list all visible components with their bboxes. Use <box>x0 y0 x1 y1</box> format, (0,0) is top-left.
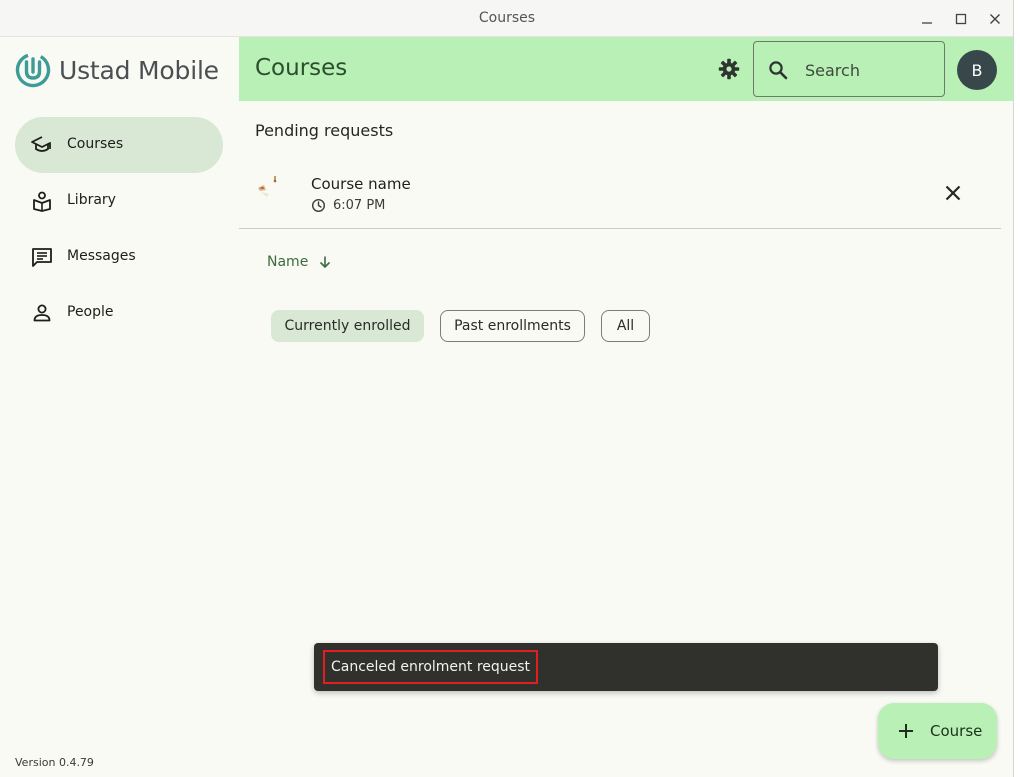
pending-request-row: Course name 6:07 PM <box>239 157 1001 229</box>
pending-time-label: 6:07 PM <box>333 198 386 213</box>
sidebar-item-library[interactable]: Library <box>15 173 223 229</box>
sort-by-name-button[interactable]: Name <box>267 254 332 270</box>
top-app-bar: Courses Search B <box>239 37 1013 101</box>
window-title: Courses <box>478 10 536 26</box>
minimize-button[interactable] <box>916 8 938 30</box>
sidebar-item-courses[interactable]: Courses <box>15 117 223 173</box>
add-course-button[interactable]: Course <box>878 703 997 759</box>
gear-icon[interactable] <box>717 57 741 81</box>
sidebar-item-label: Messages <box>67 248 136 264</box>
window-close-button[interactable] <box>984 8 1006 30</box>
person-icon <box>33 304 51 322</box>
maximize-icon <box>955 13 967 25</box>
filter-chip-all[interactable]: All <box>601 310 650 342</box>
arrow-down-icon <box>320 256 331 269</box>
cancel-request-button[interactable] <box>941 181 965 205</box>
pending-course-name: Course name <box>311 175 411 193</box>
school-icon <box>31 136 51 152</box>
minimize-icon <box>922 22 932 24</box>
app-window: Courses Ustad Mobile Courses Library Mes… <box>0 0 1014 777</box>
sidebar-item-label: Library <box>67 192 116 208</box>
plus-icon <box>899 724 913 738</box>
avatar[interactable]: B <box>957 50 997 90</box>
pending-requests-heading: Pending requests <box>255 121 394 140</box>
clock-icon <box>311 198 326 213</box>
sidebar-item-messages[interactable]: Messages <box>15 229 223 285</box>
navigation-drawer: Ustad Mobile Courses Library Messages Pe… <box>0 37 239 777</box>
fab-label: Course <box>930 722 983 740</box>
ustad-logo-icon <box>15 52 51 88</box>
filter-chip-past-enrollments[interactable]: Past enrollments <box>440 310 585 342</box>
snackbar: Canceled enrolment request <box>314 643 938 691</box>
library-icon <box>33 191 51 212</box>
sidebar-item-people[interactable]: People <box>15 285 223 341</box>
sort-label: Name <box>267 254 309 270</box>
search-input[interactable]: Search <box>753 41 945 97</box>
message-icon <box>32 248 52 267</box>
pending-course-time: 6:07 PM <box>311 198 385 213</box>
app-name: Ustad Mobile <box>59 55 219 85</box>
sidebar-item-label: People <box>67 304 114 320</box>
main-content: Pending requests Course name 6:07 PM Nam… <box>239 101 1013 777</box>
snackbar-message: Canceled enrolment request <box>323 650 539 684</box>
filter-chip-currently-enrolled[interactable]: Currently enrolled <box>271 310 424 342</box>
window-titlebar: Courses <box>0 0 1013 37</box>
search-icon <box>769 61 788 80</box>
sidebar-item-label: Courses <box>67 136 124 152</box>
search-placeholder: Search <box>805 61 860 80</box>
maximize-button[interactable] <box>950 8 972 30</box>
app-version: Version 0.4.79 <box>15 756 94 769</box>
course-thumbnail <box>255 173 295 213</box>
app-logo: Ustad Mobile <box>15 52 219 88</box>
close-icon <box>990 14 1000 24</box>
page-title: Courses <box>255 55 348 81</box>
